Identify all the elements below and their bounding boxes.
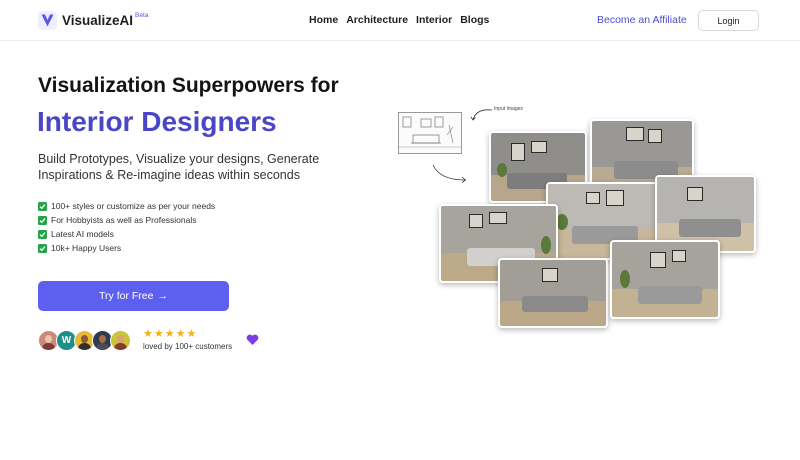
input-sketch-image (398, 112, 462, 154)
hero-title-line1: Visualization Superpowers for (38, 74, 339, 97)
curved-arrow-icon (470, 109, 493, 121)
nav-link-home[interactable]: Home (309, 13, 338, 27)
feature-item: For Hobbyists as well as Professionals (38, 213, 215, 227)
rating-caption: loved by 100+ customers (143, 342, 233, 351)
top-navigation-bar: VisualizeAI Beta Home Architecture Inter… (0, 0, 800, 41)
star-icon: ★ (175, 328, 186, 340)
hero-subtitle: Build Prototypes, Visualize your designs… (38, 152, 320, 182)
feature-text: 100+ styles or customize as per your nee… (51, 201, 216, 211)
avatar (110, 330, 131, 351)
hero-title-line2: Interior Designers (37, 106, 277, 137)
feature-list: 100+ styles or customize as per your nee… (38, 199, 215, 255)
checkmark-icon (38, 215, 47, 225)
nav-link-blogs[interactable]: Blogs (460, 13, 489, 27)
render-image (610, 240, 720, 319)
nav-link-interior[interactable]: Interior (416, 13, 452, 27)
checkmark-icon (38, 229, 47, 239)
arrow-right-icon: → (157, 290, 168, 302)
login-button[interactable]: Login (698, 10, 759, 31)
beta-badge: Beta (135, 12, 149, 19)
feature-item: 100+ styles or customize as per your nee… (38, 199, 215, 213)
feature-text: Latest AI models (51, 229, 114, 239)
curved-arrow-icon (432, 164, 467, 183)
checkmark-icon (38, 243, 47, 253)
star-icon: ★ (143, 328, 153, 340)
heart-icon (246, 333, 259, 351)
feature-item: Latest AI models (38, 227, 215, 241)
try-for-free-button[interactable]: Try for Free → (38, 281, 229, 311)
brand-name: VisualizeAI (62, 13, 134, 28)
star-icon: ★ (164, 328, 175, 340)
affiliate-link[interactable]: Become an Affiliate (597, 13, 687, 27)
rating-stars: ★ ★ ★ ★ ★ (143, 328, 196, 340)
render-image (498, 258, 608, 328)
main-nav: Home Architecture Interior Blogs (309, 13, 489, 27)
brand-logo[interactable]: VisualizeAI Beta (38, 11, 148, 30)
customer-avatars: W (38, 330, 131, 351)
nav-link-architecture[interactable]: Architecture (346, 13, 408, 27)
input-images-label: Input Images (494, 106, 523, 112)
logo-v-icon (38, 11, 57, 30)
feature-item: 10k+ Happy Users (38, 241, 215, 255)
cta-label: Try for Free (99, 290, 154, 302)
feature-text: For Hobbyists as well as Professionals (51, 215, 197, 225)
star-icon: ★ (153, 328, 164, 340)
star-icon: ★ (186, 328, 197, 340)
checkmark-icon (38, 201, 47, 211)
feature-text: 10k+ Happy Users (51, 243, 122, 253)
